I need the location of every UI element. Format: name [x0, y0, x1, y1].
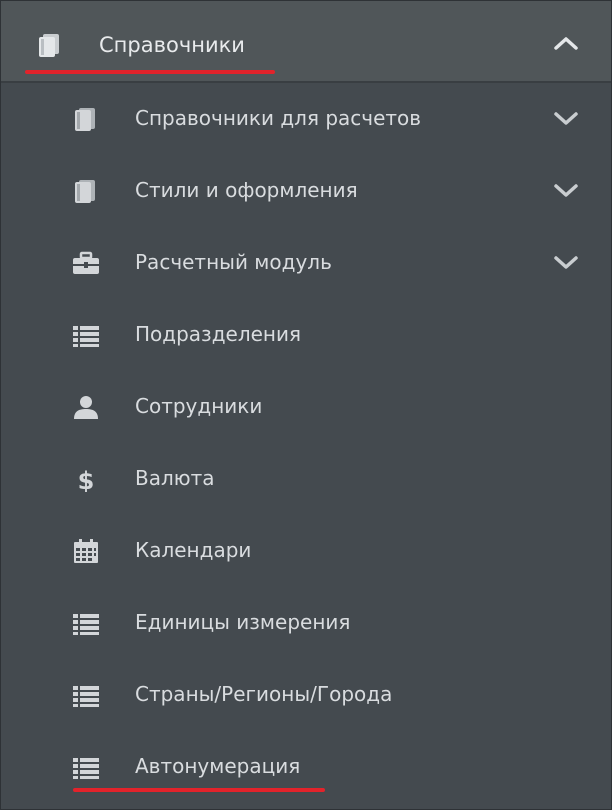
book-icon [71, 178, 101, 204]
menu-item-label: Стили и оформления [135, 178, 358, 202]
menu-item-styles[interactable]: Стили и оформления [1, 161, 611, 221]
menu-item-calc-module[interactable]: Расчетный модуль [1, 233, 611, 293]
menu-item-label: Страны/Регионы/Города [135, 682, 393, 706]
svg-text:$: $ [78, 467, 95, 492]
menu-item-label: Справочники для расчетов [135, 106, 422, 130]
user-icon [71, 394, 101, 420]
menu-item-label: Расчетный модуль [135, 250, 332, 274]
list-icon [71, 754, 101, 780]
book-icon [37, 32, 63, 58]
calendar-icon [71, 538, 101, 564]
menu-item-currency[interactable]: $ Валюта [1, 449, 611, 509]
menu-item-employees[interactable]: Сотрудники [1, 377, 611, 437]
sidebar-menu: Справочники Справочники для расчетов Сти… [0, 0, 612, 810]
menu-item-calendars[interactable]: Календари [1, 521, 611, 581]
menu-item-calc-references[interactable]: Справочники для расчетов [1, 89, 611, 149]
briefcase-icon [71, 250, 101, 276]
menu-item-label: Единицы измерения [135, 610, 351, 634]
menu-item-label: Календари [135, 538, 252, 562]
chevron-down-icon[interactable] [553, 183, 579, 199]
item-highlight-underline [73, 788, 325, 792]
menu-item-locations[interactable]: Страны/Регионы/Города [1, 665, 611, 725]
menu-item-label: Автонумерация [135, 754, 301, 778]
dollar-icon: $ [71, 466, 101, 492]
list-icon [71, 322, 101, 348]
chevron-down-icon[interactable] [553, 255, 579, 271]
menu-item-units[interactable]: Единицы измерения [1, 593, 611, 653]
menu-item-label: Подразделения [135, 322, 302, 346]
chevron-up-icon[interactable] [553, 35, 579, 51]
book-icon [71, 106, 101, 132]
menu-item-label: Валюта [135, 466, 215, 490]
chevron-down-icon[interactable] [553, 111, 579, 127]
list-icon [71, 682, 101, 708]
list-icon [71, 610, 101, 636]
menu-item-label: Сотрудники [135, 394, 263, 418]
menu-item-departments[interactable]: Подразделения [1, 305, 611, 365]
header-highlight-underline [25, 70, 275, 74]
section-title: Справочники [99, 33, 245, 57]
